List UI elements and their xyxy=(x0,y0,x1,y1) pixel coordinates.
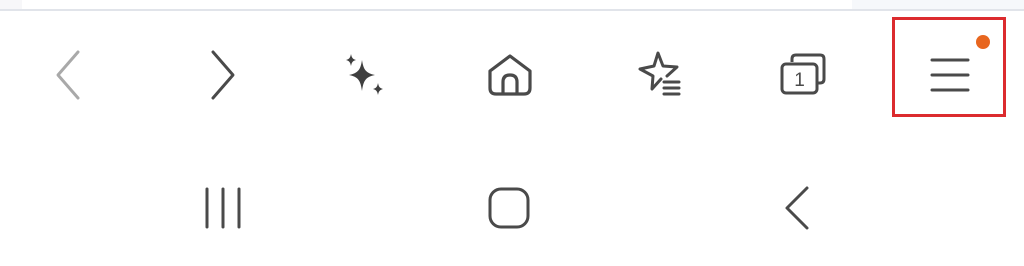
system-home-button[interactable] xyxy=(449,160,569,256)
back-button[interactable] xyxy=(15,23,125,127)
system-back-button[interactable] xyxy=(737,160,857,256)
tabs-icon: 1 xyxy=(780,53,826,95)
notification-dot xyxy=(976,35,990,49)
address-bar-edge xyxy=(0,0,1024,11)
forward-button[interactable] xyxy=(166,23,276,127)
browser-bottom-area: 1 xyxy=(0,0,1024,266)
bookmarks-button[interactable] xyxy=(603,23,713,127)
menu-highlight-box xyxy=(892,17,1006,117)
recent-apps-icon xyxy=(205,187,241,229)
system-navigation-bar xyxy=(0,160,1024,256)
chevron-left-icon xyxy=(56,50,80,100)
tabs-button[interactable]: 1 xyxy=(748,23,858,127)
recent-apps-button[interactable] xyxy=(163,160,283,256)
sparkles-icon xyxy=(346,54,383,95)
home-square-icon xyxy=(488,187,530,229)
back-chevron-icon xyxy=(785,186,809,230)
tab-count: 1 xyxy=(794,70,805,91)
home-icon xyxy=(488,54,532,96)
browser-toolbar: 1 xyxy=(0,11,1024,129)
chevron-right-icon xyxy=(211,50,235,100)
star-list-icon xyxy=(638,51,681,96)
ai-assist-button[interactable] xyxy=(310,23,420,127)
home-button[interactable] xyxy=(455,23,565,127)
